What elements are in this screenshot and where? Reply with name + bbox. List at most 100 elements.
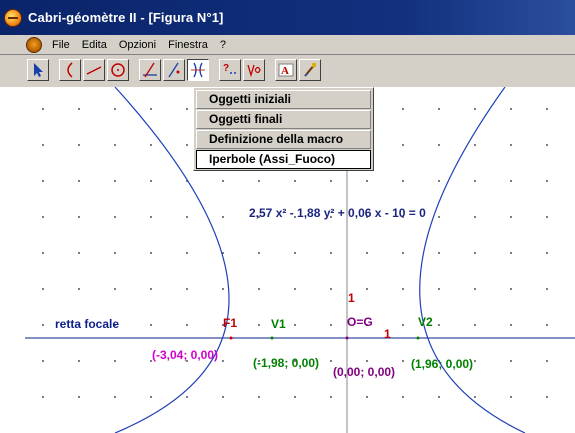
v1-coordinates[interactable]: (-1,98; 0,00) [253,356,319,370]
grid-dot [402,144,404,146]
measure-icon [247,64,261,78]
v2-label[interactable]: V2 [418,315,433,329]
curves-tool-button[interactable] [59,59,81,81]
grid-dot [114,396,116,398]
grid-dot [546,396,548,398]
construct-tool-button[interactable] [139,59,161,81]
f1-coordinates[interactable]: (-3,04; 0,00) [152,348,218,362]
menu-item-definizione-macro[interactable]: Definizione della macro [196,130,371,149]
grid-dot [510,288,512,290]
grid-dot [294,324,296,326]
grid-dot [186,396,188,398]
grid-dot [510,324,512,326]
grid-dot [474,360,476,362]
lines-tool-button[interactable] [83,59,105,81]
grid-dot [474,180,476,182]
hyperbola-equation[interactable]: 2,57 x² - 1,88 y² + 0,06 x - 10 = 0 [249,206,426,220]
cabri-app-icon[interactable] [4,8,22,27]
document-icon[interactable] [26,36,42,53]
grid-dot [114,108,116,110]
grid-dot [114,180,116,182]
grid-dot [186,324,188,326]
grid-dot [42,216,44,218]
grid-dot [402,360,404,362]
grid-dot [78,144,80,146]
grid-dot [222,288,224,290]
grid-dot [186,288,188,290]
line-icon [86,66,102,75]
origin-coordinates[interactable]: (0,00; 0,00) [333,365,395,379]
unit-x-label[interactable]: 1 [384,327,391,341]
unit-y-label[interactable]: 1 [348,291,355,305]
grid-dot [546,144,548,146]
circle-tool-button[interactable] [107,59,129,81]
menu-file[interactable]: File [46,39,76,51]
origin-label[interactable]: O=G [347,315,373,329]
grid-dot [258,324,260,326]
grid-dot [78,360,80,362]
origin-point[interactable] [345,336,349,340]
grid-dot [186,144,188,146]
grid-dot [42,288,44,290]
grid-dot [186,216,188,218]
grid-dot [42,396,44,398]
v2-coordinates[interactable]: (1,96; 0,00) [411,357,473,371]
display-tool-button[interactable]: A [275,59,297,81]
menu-help[interactable]: ? [214,39,232,51]
focal-line-label[interactable]: retta focale [55,317,119,331]
grid-dot [330,360,332,362]
check-property-icon: ? [223,63,236,74]
draw-tool-button[interactable] [299,59,321,81]
grid-dot [150,252,152,254]
grid-dot [150,288,152,290]
menu-item-oggetti-finali[interactable]: Oggetti finali [196,110,371,129]
pointer-tool-button[interactable] [27,59,49,81]
grid-dot [438,216,440,218]
grid-dot [546,216,548,218]
grid-dot [366,360,368,362]
grid-dot [294,288,296,290]
grid-dot [438,108,440,110]
grid-dot [474,216,476,218]
grid-dot [402,252,404,254]
menu-finestra[interactable]: Finestra [162,39,214,51]
vertex-point-v2[interactable] [416,336,420,340]
grid-dot [114,288,116,290]
menu-edita[interactable]: Edita [76,39,113,51]
grid-dot [294,180,296,182]
grid-dot [366,180,368,182]
grid-dot [78,216,80,218]
grid-dot [330,396,332,398]
check-tool-button[interactable]: ? [219,59,241,81]
grid-dot [366,288,368,290]
svg-text:A: A [281,65,289,77]
pointer-icon [34,63,43,77]
grid-dot [402,108,404,110]
menu-item-oggetti-iniziali[interactable]: Oggetti iniziali [196,90,371,109]
macro-tool-button[interactable] [187,59,209,81]
grid-dot [258,252,260,254]
vertex-point-v1[interactable] [270,336,274,340]
measure-tool-button[interactable] [243,59,265,81]
transform-tool-button[interactable] [163,59,185,81]
grid-dot [402,396,404,398]
grid-dot [330,180,332,182]
grid-dot [150,396,152,398]
grid-dot [42,360,44,362]
grid-dot [546,288,548,290]
grid-dot [114,360,116,362]
reflection-icon [168,62,180,78]
grid-dot [546,360,548,362]
f1-label[interactable]: F1 [223,316,237,330]
svg-text:?: ? [223,63,229,74]
hyperbola-right-branch[interactable] [419,87,526,433]
grid-dot [222,180,224,182]
v1-label[interactable]: V1 [271,317,286,331]
menu-item-iperbole-assi-fuoco[interactable]: Iperbole (Assi_Fuoco) [196,150,371,169]
grid-dot [78,288,80,290]
grid-dot [474,396,476,398]
focus-point-f1[interactable] [229,336,233,340]
grid-dot [42,324,44,326]
menu-opzioni[interactable]: Opzioni [113,39,162,51]
grid-dot [510,252,512,254]
